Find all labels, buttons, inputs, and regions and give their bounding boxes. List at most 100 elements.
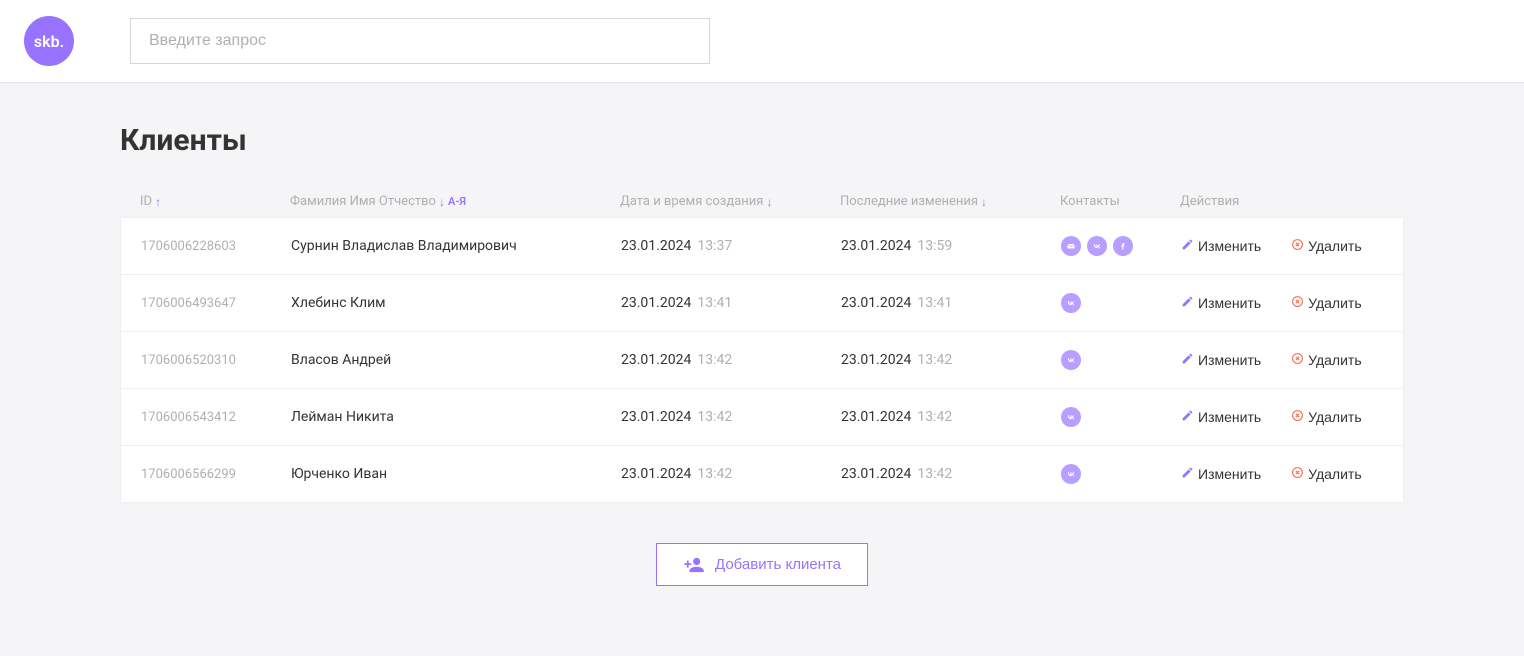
cell-name: Сурнин Владислав Владимирович	[291, 238, 621, 254]
delete-label: Удалить	[1308, 409, 1361, 425]
pencil-icon	[1181, 409, 1194, 425]
edit-label: Изменить	[1198, 238, 1261, 254]
pencil-icon	[1181, 295, 1194, 311]
cell-contacts	[1061, 350, 1181, 370]
updated-date: 23.01.2024	[841, 238, 911, 254]
delete-button[interactable]: Удалить	[1291, 409, 1361, 425]
sort-down-icon: ↓	[439, 195, 445, 209]
col-contacts-label: Контакты	[1060, 194, 1120, 209]
page-title: Клиенты	[120, 123, 1404, 158]
vk-icon[interactable]	[1061, 293, 1081, 313]
delete-button[interactable]: Удалить	[1291, 295, 1361, 311]
logo: skb.	[24, 16, 74, 66]
sort-down-icon: ↓	[981, 195, 987, 209]
table-header: ID ↑ Фамилия Имя Отчество ↓ А-Я Дата и в…	[120, 186, 1404, 217]
delete-button[interactable]: Удалить	[1291, 466, 1361, 482]
cell-contacts	[1061, 464, 1181, 484]
pencil-icon	[1181, 352, 1194, 368]
delete-button[interactable]: Удалить	[1291, 352, 1361, 368]
cell-contacts	[1061, 293, 1181, 313]
updated-date: 23.01.2024	[841, 466, 911, 482]
delete-label: Удалить	[1308, 238, 1361, 254]
cell-created: 23.01.202413:37	[621, 238, 841, 254]
pencil-icon	[1181, 466, 1194, 482]
updated-date: 23.01.2024	[841, 352, 911, 368]
cell-updated: 23.01.2024 13:42	[841, 409, 1061, 425]
edit-button[interactable]: Изменить	[1181, 352, 1261, 368]
table-row: 1706006543412 Лейман Никита 23.01.202413…	[121, 389, 1403, 446]
edit-label: Изменить	[1198, 295, 1261, 311]
cell-name: Власов Андрей	[291, 352, 621, 368]
vk-icon[interactable]	[1061, 407, 1081, 427]
col-fio[interactable]: Фамилия Имя Отчество ↓ А-Я	[290, 194, 620, 209]
fb-icon[interactable]	[1113, 236, 1133, 256]
created-date: 23.01.2024	[621, 238, 691, 254]
edit-label: Изменить	[1198, 466, 1261, 482]
cell-updated: 23.01.202413:42	[841, 466, 1061, 482]
cell-id: 1706006543412	[141, 410, 291, 425]
cell-id: 1706006493647	[141, 296, 291, 311]
edit-button[interactable]: Изменить	[1181, 295, 1261, 311]
cell-actions: Изменить Удалить	[1181, 466, 1421, 482]
cell-id: 1706006520310	[141, 353, 291, 368]
sort-up-icon: ↑	[155, 195, 161, 209]
cell-created: 23.01.2024 13:41	[621, 295, 841, 311]
col-created[interactable]: Дата и время создания ↓	[620, 194, 840, 209]
vk-icon[interactable]	[1061, 350, 1081, 370]
created-date: 23.01.2024	[621, 352, 691, 368]
table-row: 1706006566299 Юрченко Иван 23.01.202413:…	[121, 446, 1403, 502]
sort-label: А-Я	[448, 195, 466, 208]
sort-down-icon: ↓	[766, 195, 772, 209]
cell-actions: Изменить Удалить	[1181, 409, 1421, 425]
table-row: 1706006228603 Сурнин Владислав Владимиро…	[121, 218, 1403, 275]
cancel-icon	[1291, 352, 1304, 368]
table-row: 1706006520310 Власов Андрей 23.01.2024 13…	[121, 332, 1403, 389]
cell-created: 23.01.202413:42	[621, 352, 841, 368]
edit-label: Изменить	[1198, 352, 1261, 368]
cell-actions: Изменить Удалить	[1181, 295, 1421, 311]
col-id[interactable]: ID ↑	[140, 194, 290, 209]
created-date: 23.01.2024	[621, 295, 691, 311]
table-row: 1706006493647 Хлебинс Клим 23.01.2024 13:…	[121, 275, 1403, 332]
cell-name: Юрченко Иван	[291, 466, 621, 482]
col-created-label: Дата и время создания	[620, 194, 763, 209]
updated-time: 13:42	[917, 352, 952, 368]
created-date: 23.01.2024	[621, 409, 691, 425]
clients-table: ID ↑ Фамилия Имя Отчество ↓ А-Я Дата и в…	[120, 186, 1404, 503]
created-time: 13:42	[697, 409, 732, 425]
cell-name: Хлебинс Клим	[291, 295, 621, 311]
vk-icon[interactable]	[1061, 464, 1081, 484]
delete-button[interactable]: Удалить	[1291, 238, 1361, 254]
cell-updated: 23.01.202413:59	[841, 238, 1061, 254]
edit-button[interactable]: Изменить	[1181, 409, 1261, 425]
cell-contacts	[1061, 236, 1181, 256]
cell-contacts	[1061, 407, 1181, 427]
updated-time: 13:42	[917, 409, 952, 425]
edit-button[interactable]: Изменить	[1181, 466, 1261, 482]
cancel-icon	[1291, 409, 1304, 425]
created-time: 13:42	[697, 466, 732, 482]
edit-button[interactable]: Изменить	[1181, 238, 1261, 254]
col-updated-label: Последние изменения	[840, 194, 978, 209]
cell-id: 1706006566299	[141, 467, 291, 482]
created-time: 13:41	[697, 295, 732, 311]
vk-icon[interactable]	[1087, 236, 1107, 256]
cell-updated: 23.01.2024 13:42	[841, 352, 1061, 368]
cell-created: 23.01.202413:42	[621, 466, 841, 482]
delete-label: Удалить	[1308, 295, 1361, 311]
cell-actions: Изменить Удалить	[1181, 352, 1421, 368]
cell-id: 1706006228603	[141, 239, 291, 254]
table-body: 1706006228603 Сурнин Владислав Владимиро…	[120, 217, 1404, 503]
add-user-icon	[683, 557, 705, 573]
mail-icon[interactable]	[1061, 236, 1081, 256]
add-client-button[interactable]: Добавить клиента	[656, 543, 868, 586]
updated-time: 13:41	[917, 295, 952, 311]
delete-label: Удалить	[1308, 352, 1361, 368]
delete-label: Удалить	[1308, 466, 1361, 482]
updated-date: 23.01.2024	[841, 295, 911, 311]
cancel-icon	[1291, 295, 1304, 311]
updated-date: 23.01.2024	[841, 409, 911, 425]
search-input[interactable]	[130, 18, 710, 64]
col-updated[interactable]: Последние изменения ↓	[840, 194, 1060, 209]
edit-label: Изменить	[1198, 409, 1261, 425]
